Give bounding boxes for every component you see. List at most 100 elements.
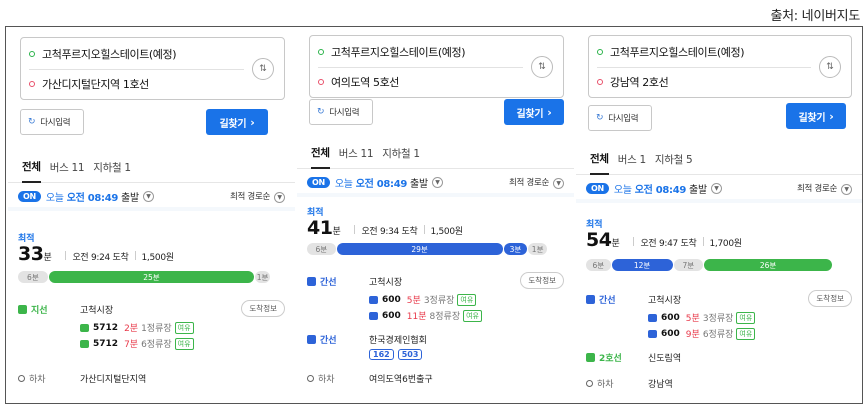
reset-button[interactable]: ↻ 다시입력 xyxy=(588,105,652,131)
search-label: 길찾기 xyxy=(798,112,826,124)
bus-arrival-row[interactable]: 5712 2분 1정류장 여유 xyxy=(80,321,194,334)
bus-chip[interactable]: 503 xyxy=(397,349,423,360)
origin-field[interactable]: 고척푸르지오힐스테이트(예정) xyxy=(597,39,811,65)
origin-field[interactable]: 고척푸르지오힐스테이트(예정) xyxy=(29,41,244,67)
total-minutes: 33 xyxy=(18,243,44,265)
remaining-stops: 8정류장 xyxy=(429,312,461,322)
bus-arrival-row[interactable]: 600 5분 3정류장 여유 xyxy=(648,311,756,324)
minutes-unit: 분 xyxy=(611,239,620,249)
tab-1[interactable]: 버스 11 xyxy=(339,139,374,169)
result-tabs: 전체 버스 11 지하철 1 xyxy=(8,153,295,183)
bar-segment-blue: 12분 xyxy=(611,259,673,271)
chevron-down-icon[interactable]: ▼ xyxy=(142,190,154,202)
sort-label: 최적 경로순 xyxy=(796,183,837,194)
chevron-right-icon: › xyxy=(829,109,834,123)
route-input-box: 고척푸르지오힐스테이트(예정) 여의도역 5호선 ⇅ xyxy=(309,35,564,98)
search-route-button[interactable]: 길찾기 › xyxy=(206,109,268,135)
on-toggle[interactable]: ON xyxy=(18,190,41,202)
minutes-unit: 분 xyxy=(332,227,341,237)
time-prefix: 오늘 xyxy=(613,184,632,196)
route-input-box: 고척푸르지오힐스테이트(예정) 가산디지털단지역 1호선 ⇅ xyxy=(20,37,285,100)
tab-2[interactable]: 지하철 1 xyxy=(382,139,420,169)
stop-name: 가산디지털단지역 xyxy=(80,375,147,385)
search-route-button[interactable]: 길찾기 › xyxy=(786,103,846,129)
transit-icon xyxy=(586,353,595,362)
step-mode: 하차 xyxy=(307,372,335,385)
route-time-bar: 6분 29분 3분 1분 xyxy=(307,243,548,255)
seat-status-badge: 여유 xyxy=(174,321,194,334)
bus-arrival-row[interactable]: 5712 7분 6정류장 여유 xyxy=(80,337,194,350)
bus-number: 600 xyxy=(661,312,680,323)
bus-icon xyxy=(369,295,378,304)
route-panel-3: 고척푸르지오힐스테이트(예정) 강남역 2호선 ⇅ ↻ 다시입력 길찾기 › 전체 버스 1 지… xyxy=(576,27,862,403)
tab-2[interactable]: 지하철 5 xyxy=(655,145,693,175)
fare: 1,500원 xyxy=(141,253,175,263)
destination-field[interactable]: 강남역 2호선 xyxy=(597,69,811,95)
reset-button[interactable]: ↻ 다시입력 xyxy=(20,109,84,135)
segment-label: 3분 xyxy=(509,244,522,254)
tab-1[interactable]: 버스 11 xyxy=(50,153,85,183)
reset-button[interactable]: ↻ 다시입력 xyxy=(309,99,373,125)
bar-segment-walk: 1분 xyxy=(528,243,548,255)
step-mode-label: 2호선 xyxy=(599,354,622,364)
sort-dropdown[interactable]: 최적 경로순 ▼ xyxy=(230,190,285,203)
route-summary: 33 분 오전 9:24 도착 1,500원 xyxy=(18,243,174,265)
origin-dot-icon xyxy=(318,49,324,55)
destination-dot-icon xyxy=(597,79,603,85)
swap-icon[interactable]: ⇅ xyxy=(531,56,553,78)
sort-chevron-icon: ▼ xyxy=(274,191,285,203)
step-mode-label: 지선 xyxy=(31,306,48,316)
departure-time[interactable]: 오전 08:49 xyxy=(635,181,687,196)
chevron-right-icon: › xyxy=(547,105,552,119)
total-minutes: 54 xyxy=(586,229,612,251)
bus-number: 5712 xyxy=(93,322,119,333)
arrival-info-button[interactable]: 도착정보 xyxy=(520,272,564,289)
tab-1[interactable]: 버스 1 xyxy=(618,145,646,175)
remaining-stops: 3정류장 xyxy=(423,296,455,306)
destination-field[interactable]: 여의도역 5호선 xyxy=(318,69,523,95)
departure-time[interactable]: 오전 08:49 xyxy=(67,189,119,204)
arrival-info-button[interactable]: 도착정보 xyxy=(241,300,285,317)
route-result-card[interactable]: 최적 41 분 오전 9:34 도착 1,500원 6분 29분 3분 1분 간선 고척시장 도착정보… xyxy=(297,197,574,403)
bus-number: 600 xyxy=(382,310,401,321)
swap-icon[interactable]: ⇅ xyxy=(252,58,274,80)
on-toggle[interactable]: ON xyxy=(586,182,609,194)
step-mode-label: 간선 xyxy=(599,296,616,306)
tab-0[interactable]: 전체 xyxy=(311,139,330,169)
bus-arrival-row[interactable]: 600 5분 3정류장 여유 xyxy=(369,293,477,306)
swap-icon[interactable]: ⇅ xyxy=(819,56,841,78)
destination-text: 여의도역 5호선 xyxy=(331,76,400,89)
source-caption: 출처: 네이버지도 xyxy=(770,9,860,24)
route-result-card[interactable]: 최적 33 분 오전 9:24 도착 1,500원 6분 25분 1분 지선 고척시장 도착정보 57… xyxy=(8,211,295,403)
step-mode: 간선 xyxy=(307,275,337,288)
origin-text: 고척푸르지오힐스테이트(예정) xyxy=(610,46,745,59)
step-mode: 간선 xyxy=(307,333,337,346)
seat-status-badge: 여유 xyxy=(463,309,482,322)
departure-time[interactable]: 오전 08:49 xyxy=(356,175,408,190)
tab-2[interactable]: 지하철 1 xyxy=(93,153,131,183)
destination-field[interactable]: 가산디지털단지역 1호선 xyxy=(29,71,244,97)
segment-label: 12분 xyxy=(633,260,651,270)
route-result-card[interactable]: 최적 54 분 오전 9:47 도착 1,700원 6분 12분 7분 26분 간선 고척시장 도착정… xyxy=(576,203,862,403)
chevron-down-icon[interactable]: ▼ xyxy=(710,182,722,194)
route-input-box: 고척푸르지오힐스테이트(예정) 강남역 2호선 ⇅ xyxy=(588,35,852,98)
chevron-down-icon[interactable]: ▼ xyxy=(431,176,443,188)
stop-name: 강남역 xyxy=(648,380,673,390)
route-panel-2: 고척푸르지오힐스테이트(예정) 여의도역 5호선 ⇅ ↻ 다시입력 길찾기 › 전체 버스 1… xyxy=(297,27,574,403)
alight-icon xyxy=(18,375,25,382)
tab-0[interactable]: 전체 xyxy=(22,153,41,183)
sort-dropdown[interactable]: 최적 경로순 ▼ xyxy=(509,176,564,189)
bus-arrival-row[interactable]: 600 9분 6정류장 여유 xyxy=(648,327,756,340)
on-toggle[interactable]: ON xyxy=(307,176,330,188)
bus-chip[interactable]: 162 xyxy=(369,349,394,360)
transit-icon xyxy=(586,295,595,304)
search-route-button[interactable]: 길찾기 › xyxy=(504,99,564,125)
bus-number: 600 xyxy=(382,294,401,305)
sort-dropdown[interactable]: 최적 경로순 ▼ xyxy=(797,182,852,195)
bus-arrival-row[interactable]: 600 11분 8정류장 여유 xyxy=(369,309,482,322)
arrival-info-button[interactable]: 도착정보 xyxy=(808,290,852,307)
summary-divider xyxy=(633,237,635,246)
origin-field[interactable]: 고척푸르지오힐스테이트(예정) xyxy=(318,39,523,65)
departure-time-row: ON 오늘 오전 08:49 출발 ▼ 최적 경로순 ▼ xyxy=(297,171,574,193)
tab-0[interactable]: 전체 xyxy=(590,145,609,175)
